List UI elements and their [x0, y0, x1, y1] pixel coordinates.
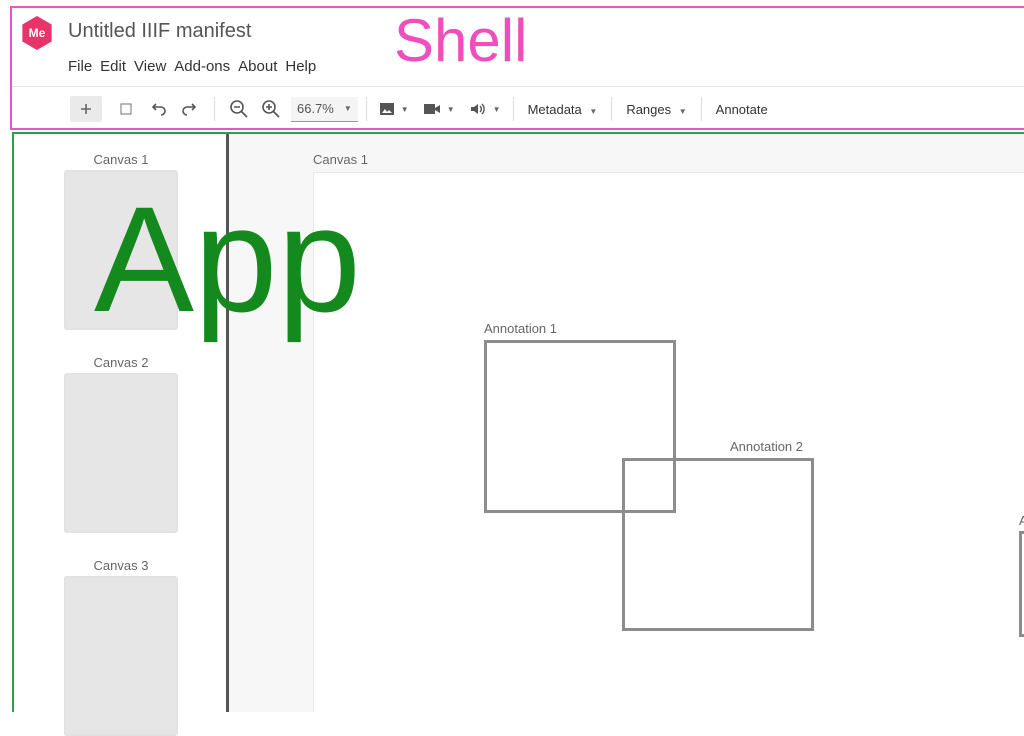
toolbar: 66.7% ▼ ▼ ▼ ▼ Metadata ▼ Ranges ▼ Annota… — [70, 92, 774, 126]
canvas-surface[interactable]: Annotation 1 Annotation 2 A — [313, 172, 1024, 712]
chevron-down-icon: ▼ — [400, 104, 409, 114]
menu-about[interactable]: About — [238, 58, 277, 75]
audio-icon — [470, 103, 485, 115]
thumbnail-canvas-3[interactable]: Canvas 3 — [64, 558, 178, 736]
undo-icon — [151, 103, 166, 116]
square-icon — [120, 103, 132, 115]
metadata-label: Metadata — [527, 101, 582, 117]
thumbnail-canvas-2[interactable]: Canvas 2 — [64, 355, 178, 533]
toolbar-separator — [214, 97, 215, 121]
thumbnail-label: Canvas 3 — [93, 558, 149, 573]
shell-region: Me Untitled IIIF manifest File Edit View… — [10, 6, 1024, 130]
document-title[interactable]: Untitled IIIF manifest — [68, 20, 251, 43]
redo-button[interactable] — [174, 96, 206, 122]
add-button[interactable] — [70, 96, 102, 122]
annotate-button[interactable]: Annotate — [710, 102, 774, 117]
add-audio-dropdown[interactable]: ▼ — [465, 101, 505, 117]
redo-icon — [182, 103, 197, 116]
chevron-down-icon: ▼ — [343, 104, 352, 113]
menu-view[interactable]: View — [134, 58, 166, 75]
thumbnail-label: Canvas 1 — [93, 152, 149, 167]
annotation-box-3[interactable] — [1019, 531, 1024, 637]
thumbnail-image[interactable] — [64, 170, 178, 330]
annotation-label: Annotation 2 — [730, 439, 804, 454]
image-icon — [379, 103, 394, 115]
undo-button[interactable] — [142, 96, 174, 122]
chevron-down-icon: ▼ — [446, 104, 455, 114]
toolbar-separator — [700, 97, 702, 121]
add-image-dropdown[interactable]: ▼ — [375, 101, 413, 117]
toolbar-separator — [365, 97, 367, 121]
menu-edit[interactable]: Edit — [100, 58, 126, 75]
canvas-workspace: Canvas 1 Annotation 1 Annotation 2 A — [229, 134, 1024, 712]
chevron-down-icon: ▼ — [678, 106, 687, 116]
annotation-box-2[interactable] — [622, 458, 814, 631]
canvas-thumbnail-sidebar: Canvas 1 Canvas 2 Canvas 3 — [14, 134, 226, 736]
select-button[interactable] — [110, 96, 142, 122]
zoom-out-icon — [230, 100, 248, 118]
metadata-dropdown[interactable]: Metadata ▼ — [522, 102, 604, 117]
menu-file[interactable]: File — [68, 58, 92, 75]
toolbar-divider — [12, 86, 1024, 87]
add-video-dropdown[interactable]: ▼ — [419, 101, 459, 117]
thumbnail-image[interactable] — [64, 373, 178, 533]
thumbnail-image[interactable] — [64, 576, 178, 736]
logo-text: Me — [28, 26, 46, 40]
thumbnail-label: Canvas 2 — [93, 355, 149, 370]
zoom-level-value: 66.7% — [297, 101, 334, 116]
video-icon — [423, 104, 440, 114]
toolbar-separator — [512, 97, 514, 121]
zoom-out-button[interactable] — [223, 96, 255, 122]
toolbar-separator — [611, 97, 613, 121]
chevron-down-icon: ▼ — [589, 106, 598, 116]
menu-bar: File Edit View Add-ons About Help — [68, 58, 316, 75]
app-logo[interactable]: Me — [22, 16, 52, 50]
zoom-level-select[interactable]: 66.7% ▼ — [291, 96, 358, 122]
thumbnail-canvas-1[interactable]: Canvas 1 — [64, 152, 178, 330]
shell-region-label: Shell — [394, 7, 528, 74]
zoom-in-button[interactable] — [255, 96, 287, 122]
app-region: Canvas 1 Canvas 2 Canvas 3 Canvas 1 Anno… — [12, 132, 1024, 736]
chevron-down-icon: ▼ — [492, 104, 501, 114]
annotation-label: Annotation 1 — [484, 321, 558, 336]
zoom-in-icon — [262, 100, 280, 118]
canvas-title: Canvas 1 — [313, 152, 368, 167]
menu-help[interactable]: Help — [285, 58, 316, 75]
plus-icon — [81, 104, 91, 114]
menu-add-ons[interactable]: Add-ons — [174, 58, 230, 75]
annotation-label: A — [1019, 513, 1024, 528]
ranges-label: Ranges — [626, 101, 672, 117]
ranges-dropdown[interactable]: Ranges ▼ — [620, 102, 692, 117]
